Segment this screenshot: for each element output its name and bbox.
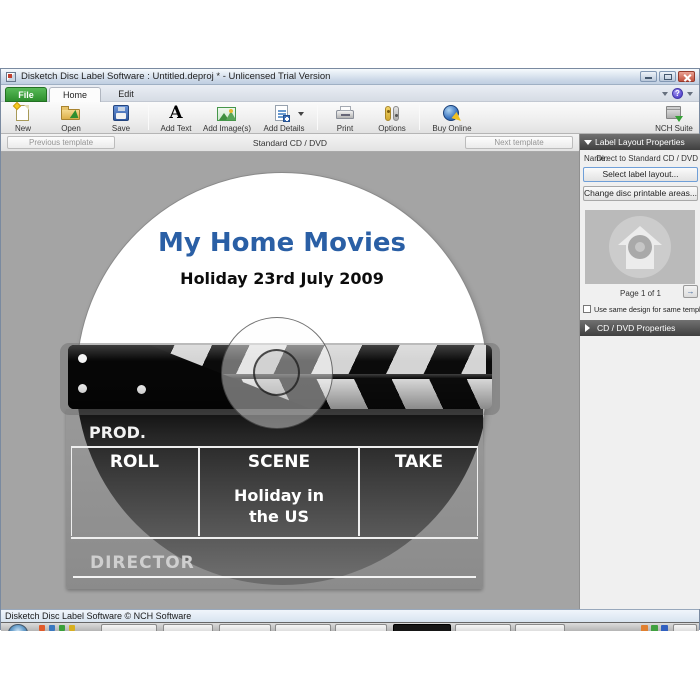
template-bar: Previous template Standard CD / DVD Next… — [1, 134, 579, 152]
director-label: DIRECTOR — [90, 553, 195, 573]
toolbar-separator — [419, 105, 420, 130]
add-details-icon — [275, 105, 290, 122]
add-image-icon — [217, 107, 236, 121]
maximize-icon — [664, 74, 672, 80]
board-line — [71, 537, 478, 539]
app-window: Disketch Disc Label Software : Untitled.… — [0, 68, 700, 631]
page-indicator: Page 1 of 1 — [620, 289, 661, 298]
minimize-button[interactable] — [640, 71, 657, 82]
menu-tab-bar: File Home Edit ? — [1, 85, 699, 103]
quicklaunch-icon[interactable] — [39, 625, 45, 631]
select-label-layout-button[interactable]: Select label layout... — [583, 167, 698, 182]
take-label: TAKE — [394, 452, 444, 472]
options-button[interactable]: Options — [369, 103, 415, 133]
start-orb-icon[interactable] — [8, 624, 28, 631]
nch-suite-button[interactable]: NCH Suite — [651, 103, 697, 133]
same-design-label: Use same design for same template types — [594, 305, 700, 314]
roll-label: ROLL — [109, 452, 160, 472]
tab-edit[interactable]: Edit — [103, 87, 149, 102]
title-bar: Disketch Disc Label Software : Untitled.… — [1, 69, 699, 85]
expand-triangle-icon — [585, 324, 590, 332]
quicklaunch-icon[interactable] — [69, 625, 75, 631]
disc-thumbnail — [609, 216, 671, 278]
collapse-triangle-icon — [584, 140, 592, 145]
status-text: Disketch Disc Label Software © NCH Softw… — [5, 611, 192, 621]
board-line — [71, 446, 478, 448]
taskbar-button-active[interactable] — [393, 624, 451, 631]
dropdown-caret-icon — [298, 112, 304, 116]
taskbar-button[interactable] — [515, 624, 565, 631]
print-button[interactable]: Print — [323, 103, 367, 133]
add-details-button[interactable]: Add Details — [257, 103, 311, 133]
scene-label: SCENE — [247, 452, 311, 472]
suite-box-icon — [666, 106, 683, 122]
disc-title-text[interactable]: My Home Movies — [77, 228, 487, 258]
open-button[interactable]: Open — [47, 103, 95, 133]
thumbnail-hub — [628, 235, 652, 259]
options-sliders-icon — [385, 106, 391, 121]
next-page-button[interactable]: → — [683, 285, 698, 298]
tray-icon[interactable] — [651, 625, 658, 631]
maximize-button[interactable] — [659, 71, 676, 82]
new-button[interactable]: New — [3, 101, 43, 133]
add-text-icon: A — [169, 103, 183, 123]
quicklaunch-icon[interactable] — [49, 625, 55, 631]
status-bar: Disketch Disc Label Software © NCH Softw… — [1, 609, 699, 622]
globe-icon — [443, 105, 464, 124]
disc-center-hub — [221, 317, 333, 429]
scene-value-text[interactable]: Holiday in the US — [200, 485, 358, 527]
help-icon[interactable]: ? — [672, 88, 683, 99]
cd-dvd-properties-header[interactable]: CD / DVD Properties — [580, 320, 700, 336]
add-text-button[interactable]: A Add Text — [153, 103, 199, 134]
printer-icon — [336, 106, 354, 119]
buy-online-button[interactable]: Buy Online — [425, 103, 479, 133]
open-folder-icon — [61, 106, 82, 123]
prod-label: PROD. — [89, 423, 147, 442]
name-value: Direct to Standard CD / DVD — [596, 154, 698, 163]
disc-center-hole — [253, 349, 300, 396]
clapperboard-markings: PROD. ROLL SCENE TAKE Holiday in the US … — [66, 409, 483, 589]
page-preview[interactable] — [585, 210, 695, 284]
add-images-button[interactable]: Add Image(s) — [201, 103, 253, 133]
quicklaunch-icon[interactable] — [59, 625, 65, 631]
board-line — [73, 576, 476, 578]
taskbar-button[interactable] — [163, 624, 213, 631]
properties-panel: Label Layout Properties Name: Direct to … — [579, 134, 700, 609]
taskbar-button[interactable] — [219, 624, 271, 631]
disc-subtitle-text[interactable]: Holiday 23rd July 2009 — [77, 269, 487, 288]
tray-icon[interactable] — [641, 625, 648, 631]
change-printable-areas-button[interactable]: Change disc printable areas... — [583, 186, 698, 201]
minimize-icon — [645, 77, 652, 79]
screenshot-background: Disketch Disc Label Software : Untitled.… — [0, 0, 700, 700]
window-title: Disketch Disc Label Software : Untitled.… — [21, 71, 331, 82]
same-design-checkbox[interactable] — [583, 305, 591, 313]
next-template-button[interactable]: Next template — [465, 136, 573, 149]
close-button[interactable] — [678, 71, 695, 82]
toolbar-separator — [317, 105, 318, 130]
label-layout-properties-header[interactable]: Label Layout Properties — [580, 134, 700, 150]
design-canvas[interactable]: My Home Movies Holiday 23rd July 2009 PR… — [1, 152, 579, 609]
taskbar-button[interactable] — [455, 624, 511, 631]
taskbar-button[interactable] — [101, 624, 157, 631]
app-icon — [6, 72, 16, 82]
chevron-down-icon[interactable] — [687, 91, 693, 96]
new-document-icon — [12, 101, 29, 121]
chevron-down-icon[interactable] — [662, 91, 668, 96]
taskbar-button[interactable] — [335, 624, 387, 631]
tab-file[interactable]: File — [5, 87, 47, 102]
toolbar: New Open Save A Add Text Add Image(s) Ad… — [1, 101, 699, 134]
taskbar-button[interactable] — [275, 624, 331, 631]
toolbar-separator — [148, 105, 149, 130]
save-floppy-icon — [113, 105, 129, 121]
save-button[interactable]: Save — [99, 103, 143, 133]
tab-home[interactable]: Home — [49, 87, 101, 103]
taskbar-clock[interactable] — [673, 624, 697, 631]
tray-icon[interactable] — [661, 625, 668, 631]
windows-taskbar — [1, 622, 699, 631]
